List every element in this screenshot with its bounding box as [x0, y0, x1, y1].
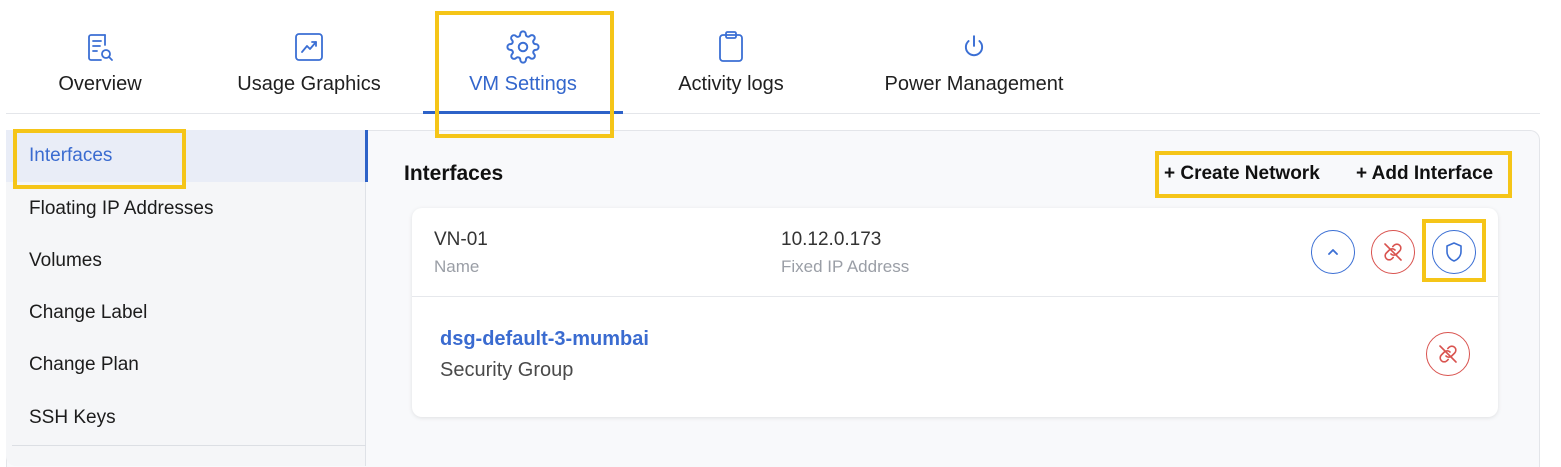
sidebar-item-label: Volumes [29, 250, 102, 271]
sidebar-item-label: Floating IP Addresses [29, 198, 214, 219]
tab-vm-settings[interactable]: VM Settings [423, 0, 623, 114]
security-group-label: Security Group [440, 359, 574, 381]
fixed-ip-value: 10.12.0.173 [781, 229, 882, 250]
sidebar-divider [12, 445, 366, 446]
settings-sidebar: Interfaces Floating IP Addresses Volumes… [6, 130, 368, 466]
sidebar-item-label: Interfaces [29, 145, 113, 166]
sidebar-item-change-label[interactable]: Change Label [6, 287, 366, 339]
tab-activity-logs[interactable]: Activity logs [662, 0, 800, 113]
tab-usage-graphics-label: Usage Graphics [237, 73, 381, 95]
collapse-button[interactable] [1311, 230, 1355, 274]
chevron-up-icon [1328, 249, 1338, 255]
tab-power-management[interactable]: Power Management [864, 0, 1084, 113]
unlink-icon [1439, 345, 1457, 363]
interface-card: VN-01 Name 10.12.0.173 Fixed IP Address … [412, 208, 1498, 417]
tab-overview-label: Overview [58, 73, 142, 95]
security-group-button[interactable] [1432, 230, 1476, 274]
tab-usage-graphics[interactable]: Usage Graphics [220, 0, 398, 113]
detach-interface-button[interactable] [1371, 230, 1415, 274]
gear-icon [506, 30, 540, 64]
power-icon [957, 30, 991, 64]
overview-report-icon [83, 30, 117, 64]
sidebar-item-interfaces[interactable]: Interfaces [6, 130, 368, 182]
security-group-name-link[interactable]: dsg-default-3-mumbai [440, 328, 649, 351]
interface-name-label: Name [434, 257, 480, 276]
sidebar-item-label: Change Plan [29, 354, 139, 375]
create-network-button[interactable]: + Create Network [1164, 163, 1320, 185]
fixed-ip-label: Fixed IP Address [781, 257, 910, 276]
card-divider [412, 296, 1498, 297]
sidebar-item-floating-ip-addresses[interactable]: Floating IP Addresses [6, 183, 366, 235]
interface-name-value: VN-01 [434, 229, 488, 250]
clipboard-icon [714, 30, 748, 64]
chart-trend-icon [292, 30, 326, 64]
page-title: Interfaces [404, 162, 504, 185]
tab-power-management-label: Power Management [884, 73, 1064, 95]
tab-vm-settings-label: VM Settings [469, 73, 577, 95]
unlink-icon [1384, 243, 1402, 261]
sidebar-item-volumes[interactable]: Volumes [6, 235, 366, 287]
sidebar-item-change-plan[interactable]: Change Plan [6, 339, 366, 391]
tab-bar: Overview Usage Graphics VM Settings Acti… [6, 0, 1540, 114]
add-interface-button[interactable]: + Add Interface [1356, 163, 1493, 185]
tab-overview[interactable]: Overview [44, 0, 156, 113]
sidebar-item-label: SSH Keys [29, 407, 116, 428]
shield-icon [1446, 242, 1462, 262]
detach-security-group-button[interactable] [1426, 332, 1470, 376]
sidebar-item-label: Change Label [29, 302, 148, 323]
sidebar-item-ssh-keys[interactable]: SSH Keys [6, 392, 366, 444]
tab-activity-logs-label: Activity logs [678, 73, 784, 95]
